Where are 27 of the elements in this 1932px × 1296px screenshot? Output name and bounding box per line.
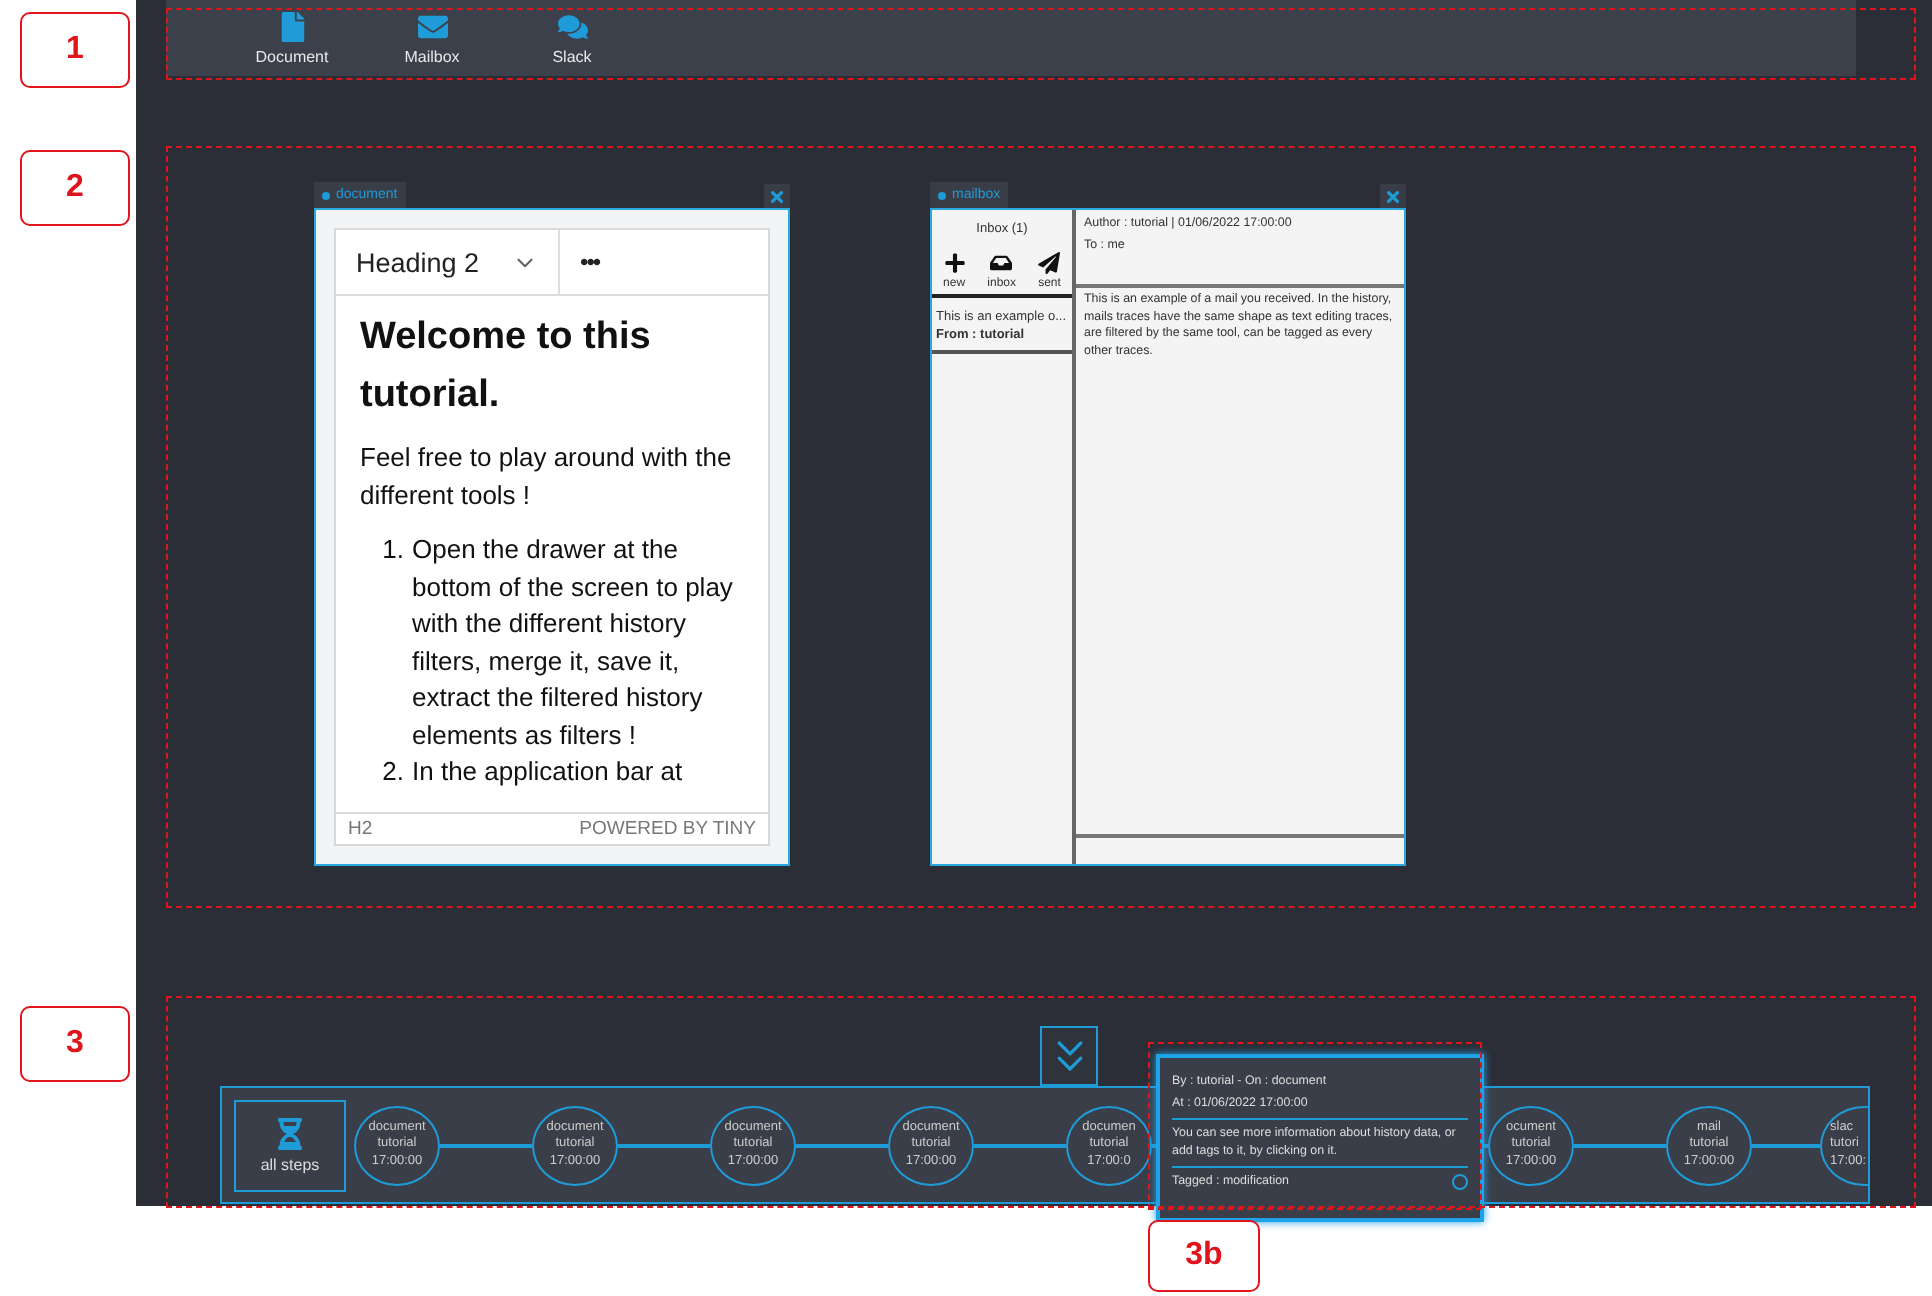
paper-plane-icon bbox=[1038, 252, 1061, 274]
all-steps-button[interactable]: all steps bbox=[234, 1099, 346, 1191]
circle-icon bbox=[1452, 1174, 1468, 1191]
list-number: 1. bbox=[380, 532, 404, 568]
plus-icon bbox=[943, 252, 966, 274]
hourglass-icon bbox=[274, 1117, 306, 1149]
envelope-icon bbox=[417, 11, 447, 41]
document-heading: Welcome to this tutorial. bbox=[360, 314, 653, 420]
document-paragraph: Feel free to play around with the different tools ! bbox=[360, 440, 734, 513]
list-number: 2. bbox=[380, 754, 404, 790]
list-item: In the application bar at bbox=[412, 754, 683, 790]
document-icon bbox=[277, 11, 307, 41]
toolbar-item[interactable]: Slack bbox=[538, 11, 606, 65]
inbox-tray-icon bbox=[990, 252, 1013, 274]
annotation-label: 1 bbox=[20, 12, 130, 88]
collapse-button[interactable] bbox=[1040, 1026, 1098, 1086]
powered-by-text: POWERED BY TINY bbox=[579, 818, 756, 840]
annotation-label: 3b bbox=[1148, 1220, 1260, 1292]
close-button[interactable] bbox=[1380, 184, 1406, 208]
close-button[interactable] bbox=[764, 184, 790, 208]
toolbar-item[interactable]: Document bbox=[258, 11, 326, 65]
toolbar-item[interactable]: Mailbox bbox=[398, 11, 466, 65]
annotation-label: 2 bbox=[20, 150, 130, 226]
annotation-label: 3 bbox=[20, 1006, 130, 1082]
chat-bubbles-icon bbox=[557, 11, 587, 41]
element-path: H2 bbox=[348, 818, 373, 840]
list-item: Open the drawer at the bottom of the screen to play with the different history filters, merge it, save it, extract the filtered history elements as filters ! bbox=[412, 532, 735, 753]
